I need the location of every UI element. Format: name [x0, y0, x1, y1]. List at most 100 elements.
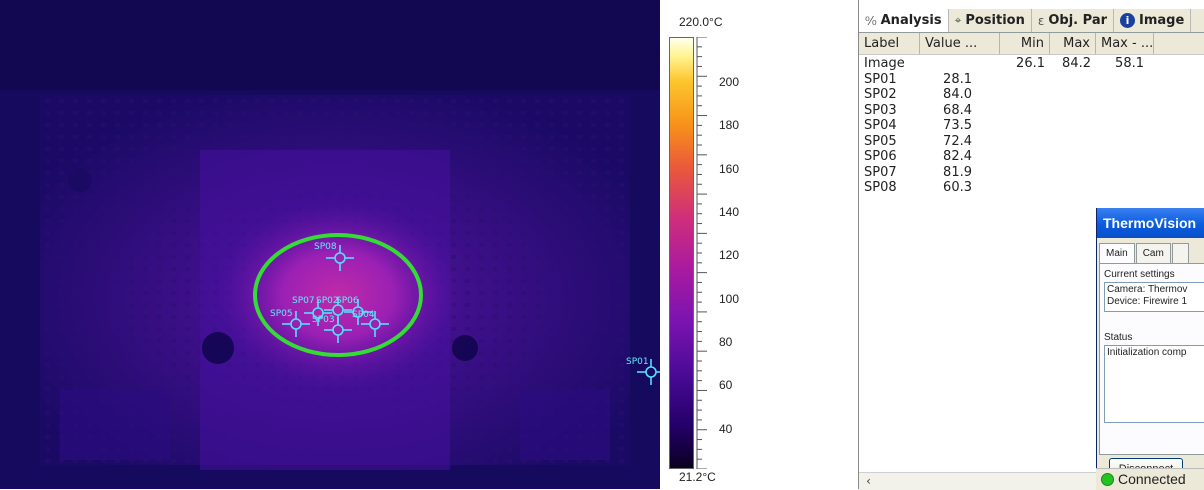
scale-tick-marks: [696, 37, 707, 469]
cell-min: [1000, 118, 1050, 134]
scale-max-label: 220.0°C: [679, 15, 723, 29]
tick-label-140: 140: [719, 205, 740, 219]
horizontal-scrollbar[interactable]: ‹: [859, 472, 1101, 490]
tab-analysis[interactable]: ⁰⁄₀ Analysis: [859, 9, 949, 32]
status-box: Initialization comp: [1104, 345, 1204, 423]
tab-position-label: Position: [965, 13, 1025, 28]
analysis-icon: ⁰⁄₀: [865, 13, 877, 28]
color-scale-bar[interactable]: [669, 37, 694, 469]
cell-value: 73.5: [943, 118, 972, 133]
settings-device-line: Device: Firewire 1: [1107, 296, 1188, 307]
temperature-scale: 220.0°C 200 180 160 140 120 100 80 60 40…: [660, 0, 850, 489]
dialog-title[interactable]: ThermoVision: [1097, 208, 1204, 238]
table-row[interactable]: SP06 82.4: [859, 149, 1204, 165]
tick-label-120: 120: [719, 248, 740, 262]
settings-camera-line: Camera: Thermov: [1107, 284, 1188, 295]
spot-label-sp01: SP01: [626, 357, 649, 367]
cell-label: SP06: [864, 149, 897, 164]
table-row[interactable]: Image 26.1 84.2 58.1: [859, 56, 1204, 72]
cell-max: [1050, 103, 1096, 119]
thermal-image[interactable]: SP08 SP07 SP02 SP06 SP04 SP05 SP03 SP01: [0, 0, 660, 489]
status-text: Initialization comp: [1107, 347, 1187, 358]
spot-label-sp05: SP05: [270, 309, 293, 319]
tick-label-200: 200: [719, 75, 740, 89]
tick-label-80: 80: [719, 335, 733, 349]
tab-object-parameters[interactable]: ε Obj. Par: [1032, 9, 1114, 32]
cell-max: 84.2: [1062, 56, 1091, 71]
tick-label-60: 60: [719, 378, 733, 392]
column-header-label[interactable]: Label: [859, 33, 920, 54]
table-row[interactable]: SP03 68.4: [859, 103, 1204, 119]
cell-min: [1000, 72, 1050, 88]
cell-max: [1050, 87, 1096, 103]
table-row[interactable]: SP08 60.3: [859, 180, 1204, 196]
cell-min: [1000, 149, 1050, 165]
table-row[interactable]: SP04 73.5: [859, 118, 1204, 134]
info-icon: i: [1120, 13, 1135, 28]
table-row[interactable]: SP07 81.9: [859, 165, 1204, 181]
scale-ticks: 200 180 160 140 120 100 80 60 40: [695, 37, 755, 469]
cell-label: SP05: [864, 133, 897, 149]
tab-image[interactable]: i Image: [1114, 9, 1192, 32]
cell-max: [1050, 180, 1096, 196]
scroll-left-icon[interactable]: ‹: [861, 474, 876, 488]
cell-max-minus: [1096, 180, 1154, 196]
column-header-value[interactable]: Value ...: [920, 33, 1000, 54]
cell-max: [1050, 149, 1096, 165]
cell-max-minus: [1096, 165, 1154, 181]
cell-label: SP01: [864, 71, 897, 87]
spot-label-sp07: SP07: [292, 296, 315, 306]
cell-max-minus: [1096, 103, 1154, 119]
cell-value: 81.9: [943, 164, 972, 180]
dialog-main-page: Current settings Camera: Thermov Device:…: [1099, 263, 1204, 455]
current-settings-label: Current settings: [1104, 269, 1175, 280]
thermal-image-view[interactable]: SP08 SP07 SP02 SP06 SP04 SP05 SP03 SP01: [0, 0, 660, 489]
cell-max: [1050, 165, 1096, 181]
cell-max-minus: 58.1: [1115, 56, 1144, 71]
tab-analysis-label: Analysis: [880, 13, 942, 28]
cell-value: 72.4: [943, 133, 972, 149]
cell-max: [1050, 118, 1096, 134]
cell-min: [1000, 180, 1050, 196]
cell-min: [1000, 103, 1050, 119]
tick-label-40: 40: [719, 422, 733, 436]
cell-value: 28.1: [943, 71, 972, 87]
table-row[interactable]: SP01 28.1: [859, 72, 1204, 88]
dialog-tab-main[interactable]: Main: [1099, 243, 1135, 263]
table-row[interactable]: SP05 72.4: [859, 134, 1204, 150]
column-header-max-minus[interactable]: Max - ...: [1096, 33, 1154, 54]
connected-indicator-icon: [1101, 473, 1114, 486]
cell-max: [1050, 72, 1096, 88]
current-settings-box: Camera: Thermov Device: Firewire 1: [1104, 282, 1204, 312]
column-header-max[interactable]: Max: [1050, 33, 1096, 54]
tab-object-parameters-label: Obj. Par: [1048, 13, 1107, 28]
dialog-tab-cam[interactable]: Cam: [1135, 243, 1171, 263]
spot-label-sp06: SP06: [336, 296, 359, 306]
dialog-tab-more[interactable]: [1171, 243, 1189, 263]
cell-value: 84.0: [943, 87, 972, 102]
cell-max: [1050, 134, 1096, 150]
panel-tabs: ⁰⁄₀ Analysis ⌖ Position ε Obj. Par i Ima…: [859, 9, 1204, 33]
table-row[interactable]: SP02 84.0: [859, 87, 1204, 103]
cell-min: [1000, 134, 1050, 150]
cell-label: SP08: [864, 180, 897, 195]
measurement-table: Image 26.1 84.2 58.1 SP01 28.1 SP02 84.0…: [859, 56, 1204, 196]
tab-image-label: Image: [1139, 13, 1185, 28]
thermovision-dialog: ThermoVision Main Cam Current settings C…: [1096, 208, 1204, 489]
cell-min: [1000, 87, 1050, 103]
cell-min: [1000, 165, 1050, 181]
cell-label: SP04: [864, 118, 897, 133]
object-parameters-icon: ε: [1037, 13, 1045, 28]
panel-gap: [850, 0, 858, 489]
cell-min: 26.1: [1016, 56, 1045, 71]
cell-max-minus: [1096, 134, 1154, 150]
cell-label: SP03: [864, 102, 897, 118]
tick-label-160: 160: [719, 162, 740, 176]
connection-status-text: Connected: [1118, 471, 1186, 487]
scale-min-label: 21.2°C: [679, 470, 716, 484]
tick-label-100: 100: [719, 292, 740, 306]
column-header-min[interactable]: Min: [1000, 33, 1050, 54]
tab-position[interactable]: ⌖ Position: [949, 9, 1032, 32]
cell-value: 68.4: [943, 102, 972, 118]
spot-label-sp03: SP03: [312, 315, 335, 325]
